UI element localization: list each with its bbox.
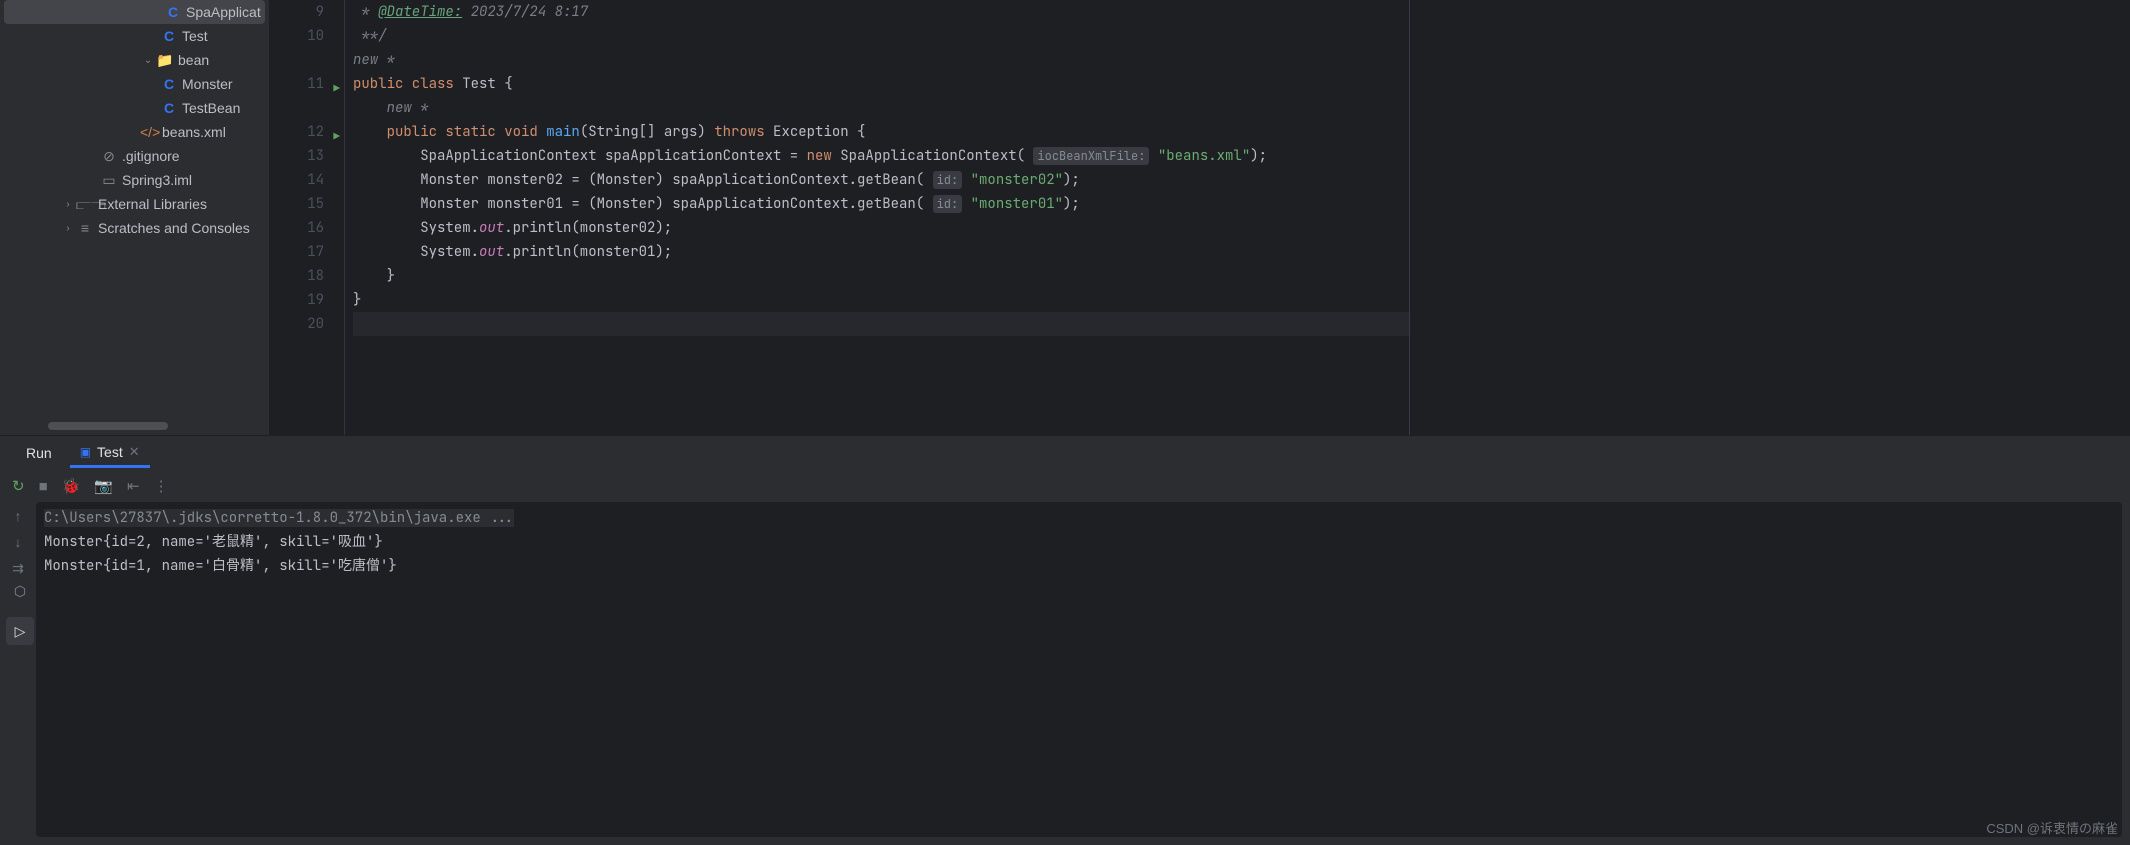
project-tree: CSpaApplicatCTest⌄📁beanCMonsterCTestBean…	[0, 0, 270, 435]
code-line[interactable]: * @DateTime: 2023/7/24 8:17	[353, 0, 1409, 24]
code-line[interactable]: }	[353, 264, 1409, 288]
chevron-icon[interactable]: ›	[60, 223, 76, 234]
tree-item-bean[interactable]: ⌄📁bean	[0, 48, 269, 72]
tree-scrollbar[interactable]	[48, 422, 168, 430]
code-line[interactable]: public class Test {	[353, 72, 1409, 96]
tree-item-testbean[interactable]: CTestBean	[0, 96, 269, 120]
exit-icon[interactable]: ⇤	[127, 477, 140, 495]
code-line[interactable]: Monster monster02 = (Monster) spaApplica…	[353, 168, 1409, 192]
run-config-icon: ▣	[80, 445, 91, 459]
line-number[interactable]: 10	[270, 24, 324, 48]
console-gutter: ↑ ↓ ⇉	[0, 502, 36, 845]
line-number[interactable]: 13	[270, 144, 324, 168]
run-tab-label: Test	[97, 444, 123, 460]
tree-item-label: Scratches and Consoles	[98, 220, 250, 236]
run-tool-window: Run ▣ Test ✕ ↻ ■ 🐞 📷 ⇤ ⋮ ↑ ↓ ⇉ C:\Users\…	[0, 435, 2130, 845]
chevron-icon[interactable]: ›	[60, 199, 76, 210]
file-icon: C	[160, 100, 178, 116]
file-icon: ⊘	[100, 148, 118, 165]
run-toolbar: ↻ ■ 🐞 📷 ⇤ ⋮	[0, 470, 2130, 502]
code-editor[interactable]: 910 11▶ 12▶1314151617181920 * @DateTime: 2…	[270, 0, 1410, 435]
file-icon: C	[164, 4, 182, 20]
tree-item-label: External Libraries	[98, 196, 207, 212]
line-number[interactable]: 20	[270, 312, 324, 336]
line-number[interactable]: 15	[270, 192, 324, 216]
console-line: Monster{id=2, name='老鼠精', skill='吸血'}	[44, 530, 2114, 554]
line-number[interactable]: 18	[270, 264, 324, 288]
debug-icon[interactable]: 🐞	[62, 477, 81, 495]
down-arrow-icon[interactable]: ↓	[15, 534, 22, 550]
code-line[interactable]: new *	[353, 48, 1409, 72]
code-line[interactable]	[353, 312, 1409, 336]
code-line[interactable]: }	[353, 288, 1409, 312]
tree-item--gitignore[interactable]: ⊘.gitignore	[0, 144, 269, 168]
tree-item-beans-xml[interactable]: </>beans.xml	[0, 120, 269, 144]
file-icon: C	[160, 28, 178, 44]
close-tab-icon[interactable]: ✕	[129, 444, 140, 460]
code-line[interactable]: System.out.println(monster01);	[353, 240, 1409, 264]
file-icon: 📁	[156, 52, 174, 69]
services-icon[interactable]: ⬡	[6, 577, 34, 605]
line-number[interactable]: 17	[270, 240, 324, 264]
up-arrow-icon[interactable]: ↑	[15, 508, 22, 524]
run-tab-test[interactable]: ▣ Test ✕	[70, 438, 150, 468]
tree-item-label: beans.xml	[162, 124, 226, 140]
console-output[interactable]: C:\Users\27837\.jdks\corretto-1.8.0_372\…	[36, 502, 2122, 837]
tree-item-label: SpaApplicat	[186, 4, 261, 20]
line-number[interactable]	[270, 96, 324, 120]
run-icon[interactable]: ▷	[6, 617, 34, 645]
line-number[interactable]: 19	[270, 288, 324, 312]
code-line[interactable]: new *	[353, 96, 1409, 120]
tree-item-monster[interactable]: CMonster	[0, 72, 269, 96]
code-line[interactable]: public static void main(String[] args) t…	[353, 120, 1409, 144]
more-icon[interactable]: ⋮	[154, 477, 169, 495]
line-number[interactable]: 16	[270, 216, 324, 240]
file-icon: ▭	[100, 172, 118, 189]
tree-item-spaapplicat[interactable]: CSpaApplicat	[4, 0, 265, 24]
tree-item-label: bean	[178, 52, 209, 68]
code-line[interactable]: System.out.println(monster02);	[353, 216, 1409, 240]
console-line: Monster{id=1, name='白骨精', skill='吃唐僧'}	[44, 554, 2114, 578]
code-line[interactable]: **/	[353, 24, 1409, 48]
tree-item-label: Test	[182, 28, 208, 44]
tree-item-test[interactable]: CTest	[0, 24, 269, 48]
line-number[interactable]	[270, 48, 324, 72]
file-icon: ⫍⫎	[76, 196, 94, 213]
chevron-icon[interactable]: ⌄	[140, 55, 156, 66]
line-number[interactable]: 12▶	[270, 120, 324, 144]
editor-gutter: 910 11▶ 12▶1314151617181920	[270, 0, 345, 435]
file-icon: ≡	[76, 220, 94, 236]
line-number[interactable]: 9	[270, 0, 324, 24]
code-line[interactable]: SpaApplicationContext spaApplicationCont…	[353, 144, 1409, 168]
run-gutter-icon[interactable]: ▶	[333, 77, 340, 101]
tree-item-label: Monster	[182, 76, 233, 92]
tree-item-spring3-iml[interactable]: ▭Spring3.iml	[0, 168, 269, 192]
tree-item-external-libraries[interactable]: ›⫍⫎External Libraries	[0, 192, 269, 216]
editor-right-margin	[1410, 0, 2130, 435]
left-tool-rail: ⬡ ▷	[0, 577, 40, 645]
code-line[interactable]: Monster monster01 = (Monster) spaApplica…	[353, 192, 1409, 216]
tree-item-scratches-and-consoles[interactable]: ›≡Scratches and Consoles	[0, 216, 269, 240]
tree-item-label: TestBean	[182, 100, 240, 116]
stop-icon[interactable]: ■	[39, 478, 48, 495]
watermark: CSDN @诉衷情の麻雀	[1986, 818, 2118, 837]
console-command: C:\Users\27837\.jdks\corretto-1.8.0_372\…	[44, 509, 514, 527]
tree-item-label: .gitignore	[122, 148, 180, 164]
file-icon: C	[160, 76, 178, 92]
file-icon: </>	[140, 124, 158, 140]
run-panel-title: Run	[12, 445, 66, 461]
editor-code[interactable]: * @DateTime: 2023/7/24 8:17 **/new *publ…	[345, 0, 1409, 435]
camera-icon[interactable]: 📷	[94, 477, 113, 495]
line-number[interactable]: 11▶	[270, 72, 324, 96]
soft-wrap-icon[interactable]: ⇉	[12, 560, 24, 577]
tree-item-label: Spring3.iml	[122, 172, 192, 188]
run-gutter-icon[interactable]: ▶	[333, 125, 340, 149]
line-number[interactable]: 14	[270, 168, 324, 192]
rerun-icon[interactable]: ↻	[12, 477, 25, 495]
